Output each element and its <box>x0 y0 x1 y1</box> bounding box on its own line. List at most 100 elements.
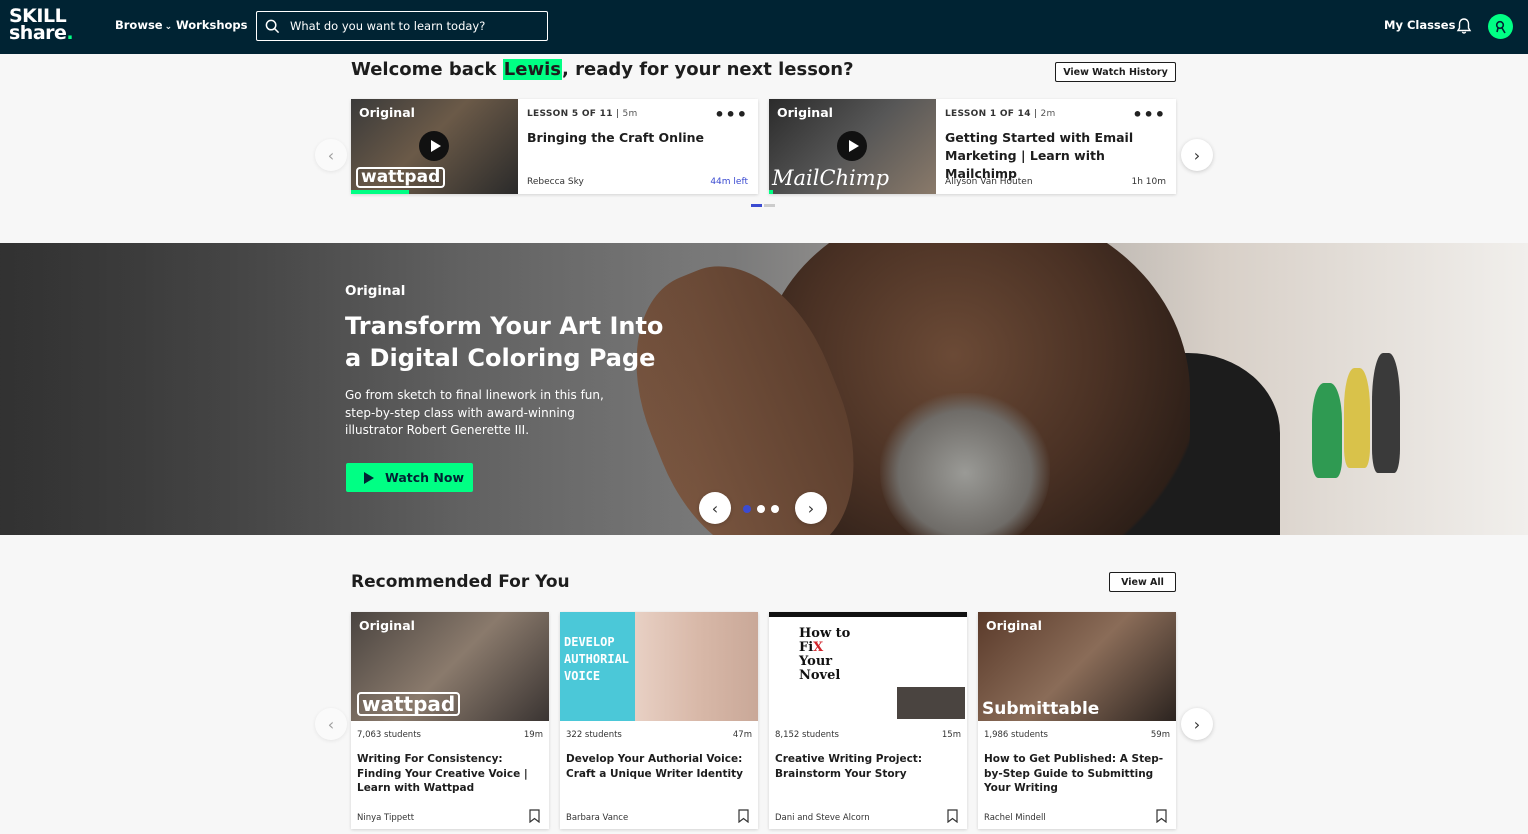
lessons-next-button[interactable]: › <box>1181 139 1213 171</box>
hero-dot[interactable] <box>757 505 765 513</box>
teacher-name[interactable]: Barbara Vance <box>566 813 628 823</box>
recommended-next-button[interactable]: › <box>1181 708 1213 740</box>
lesson-card[interactable]: Original wattpad LESSON 5 OF 11 | 5m •••… <box>351 99 758 194</box>
view-all-button[interactable]: View All <box>1109 572 1176 592</box>
original-badge: Original <box>359 618 415 633</box>
more-options-icon[interactable]: ••• <box>714 105 748 124</box>
thumbnail-video-inset <box>897 687 965 719</box>
hero-dot-active[interactable] <box>743 505 751 513</box>
lessons-prev-button[interactable]: ‹ <box>315 139 347 171</box>
course-thumbnail[interactable]: Original wattpad <box>351 612 549 721</box>
bookmark-icon[interactable] <box>1156 809 1167 823</box>
bookmark-icon[interactable] <box>738 809 749 823</box>
lesson-card[interactable]: Original MailChimp LESSON 1 OF 14 | 2m •… <box>769 99 1176 194</box>
lesson-title[interactable]: Getting Started with Email Marketing | L… <box>945 129 1166 183</box>
search-icon <box>265 19 280 33</box>
avatar-icon <box>1495 20 1506 33</box>
lesson-title[interactable]: Bringing the Craft Online <box>527 129 748 147</box>
course-title[interactable]: Creative Writing Project: Brainstorm You… <box>775 752 961 781</box>
logo-dot: . <box>66 22 74 44</box>
course-stats: 1,986 students 59m <box>984 730 1170 740</box>
search-input[interactable] <box>290 19 530 33</box>
hero-image-figurines <box>1312 353 1402 483</box>
hero-eyebrow: Original <box>345 283 406 299</box>
teacher-name[interactable]: Rachel Mindell <box>984 813 1046 823</box>
hero-title: Transform Your Art Into a Digital Colori… <box>345 312 664 372</box>
mailchimp-logo: MailChimp <box>772 166 890 190</box>
my-classes-link[interactable]: My Classes <box>1384 18 1455 32</box>
teacher-name[interactable]: Allyson Van Houten <box>945 177 1033 187</box>
lesson-progress-bar <box>769 190 773 194</box>
time-left: 44m left <box>710 177 748 187</box>
user-name-highlight: Lewis <box>502 59 562 80</box>
watch-now-label: Watch Now <box>385 470 465 485</box>
student-count: 1,986 students <box>984 730 1048 740</box>
chevron-down-icon: ⌄ <box>164 22 173 32</box>
course-title[interactable]: Develop Your Authorial Voice: Craft a Un… <box>566 752 752 781</box>
course-card[interactable]: Original wattpad 7,063 students 19m Writi… <box>351 612 549 829</box>
course-duration: 47m <box>732 730 752 740</box>
top-nav: SKILL share. Browse⌄ Workshops My Classe… <box>0 0 1528 54</box>
course-duration: 15m <box>941 730 961 740</box>
course-thumbnail[interactable]: How to FiX Your Novel <box>769 612 967 721</box>
hero-banner: Original Transform Your Art Into a Digit… <box>0 243 1528 535</box>
welcome-heading: Welcome back Lewis, ready for your next … <box>351 59 854 80</box>
course-stats: 7,063 students 19m <box>357 730 543 740</box>
thumbnail-text-line: Fi <box>799 640 814 655</box>
watch-now-button[interactable]: Watch Now <box>346 463 473 492</box>
chevron-left-icon: ‹ <box>711 498 719 518</box>
course-card[interactable]: DEVELOP AUTHORIAL VOICE 322 students 47m … <box>560 612 758 829</box>
thumbnail-text-line: Novel <box>799 668 841 683</box>
play-icon[interactable] <box>419 131 449 161</box>
wattpad-logo: wattpad <box>357 692 461 716</box>
course-stats: 322 students 47m <box>566 730 752 740</box>
teacher-name[interactable]: Rebecca Sky <box>527 177 584 187</box>
teacher-name[interactable]: Ninya Tippett <box>357 813 414 823</box>
hero-dot[interactable] <box>771 505 779 513</box>
thumbnail-text-line: Your <box>799 654 833 669</box>
original-badge: Original <box>359 105 415 120</box>
hero-image-beard <box>880 393 1050 535</box>
workshops-link[interactable]: Workshops <box>176 18 248 32</box>
chevron-right-icon: › <box>1193 714 1201 734</box>
user-avatar[interactable] <box>1488 14 1513 39</box>
skillshare-logo[interactable]: SKILL share. <box>9 7 89 44</box>
hero-prev-button[interactable]: ‹ <box>699 492 731 524</box>
pager-indicator-active[interactable] <box>751 204 762 207</box>
more-options-icon[interactable]: ••• <box>1132 105 1166 124</box>
recommended-prev-button[interactable]: ‹ <box>315 708 347 740</box>
play-icon[interactable] <box>837 131 867 161</box>
lesson-number: LESSON 5 OF 11 <box>527 109 613 119</box>
lesson-duration: 5m <box>622 109 638 119</box>
course-stats: 8,152 students 15m <box>775 730 961 740</box>
bookmark-icon[interactable] <box>529 809 540 823</box>
student-count: 7,063 students <box>357 730 421 740</box>
original-badge: Original <box>777 105 833 120</box>
bell-icon[interactable] <box>1456 17 1472 35</box>
pager-indicator[interactable] <box>764 204 775 207</box>
teacher-name[interactable]: Dani and Steve Alcorn <box>775 813 870 823</box>
lesson-total-time: 1h 10m <box>1131 177 1166 187</box>
welcome-prefix: Welcome back <box>351 59 503 80</box>
course-thumbnail[interactable]: Original Submittable <box>978 612 1176 721</box>
lesson-info: LESSON 1 OF 14 | 2m ••• Getting Started … <box>945 105 1166 194</box>
welcome-suffix: , ready for your next lesson? <box>562 59 854 80</box>
hero-pager <box>743 505 779 513</box>
course-thumbnail[interactable]: DEVELOP AUTHORIAL VOICE <box>560 612 758 721</box>
course-card[interactable]: How to FiX Your Novel 8,152 students 15m … <box>769 612 967 829</box>
course-title[interactable]: Writing For Consistency: Finding Your Cr… <box>357 752 543 796</box>
course-title[interactable]: How to Get Published: A Step-by-Step Gui… <box>984 752 1170 796</box>
view-watch-history-button[interactable]: View Watch History <box>1055 62 1176 82</box>
lesson-thumbnail[interactable]: Original MailChimp <box>769 99 936 194</box>
thumbnail-text-x: X <box>813 640 824 655</box>
course-card[interactable]: Original Submittable 1,986 students 59m H… <box>978 612 1176 829</box>
thumbnail-title-text: DEVELOP AUTHORIAL VOICE <box>564 635 630 683</box>
hero-next-button[interactable]: › <box>795 492 827 524</box>
bookmark-icon[interactable] <box>947 809 958 823</box>
thumbnail-text-line: How to <box>799 626 851 641</box>
browse-menu[interactable]: Browse ⌄ <box>115 18 172 32</box>
lesson-thumbnail[interactable]: Original wattpad <box>351 99 518 194</box>
search-box[interactable] <box>256 11 548 41</box>
student-count: 322 students <box>566 730 622 740</box>
wattpad-logo: wattpad <box>356 167 446 188</box>
